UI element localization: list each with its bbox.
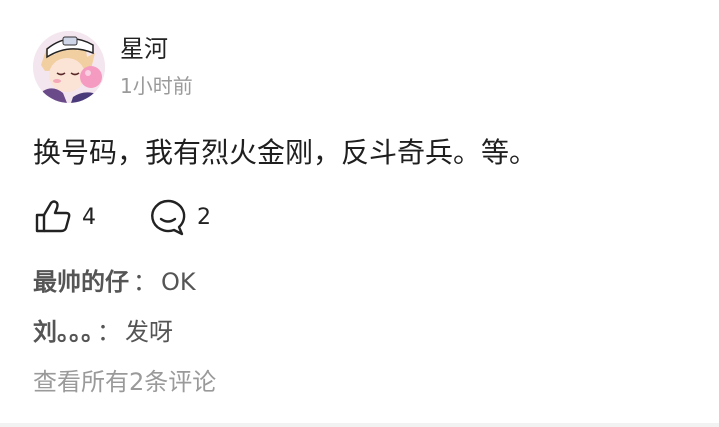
comment-author[interactable]: 刘。。。 [33,318,93,346]
author-name[interactable]: 星河 [120,33,168,65]
comment-separator: ： [133,268,157,296]
comment-separator: ： [97,318,121,346]
post-actions: 4 2 [33,195,333,239]
post-timestamp: 1小时前 [120,74,193,98]
like-count: 4 [82,204,96,230]
comment-item[interactable]: 最帅的仔： OK [33,263,216,301]
avatar[interactable] [33,31,105,103]
view-all-comments-link[interactable]: 查看所有2条评论 [33,363,216,401]
post-content: 换号码，我有烈火金刚，反斗奇兵。等。 [33,136,538,169]
thumbs-up-icon [33,197,73,237]
comment-bubble-icon [148,197,188,237]
like-button[interactable]: 4 [33,195,96,239]
comment-count: 2 [197,204,211,230]
comment-item[interactable]: 刘。。。：发呀 [33,313,216,351]
comment-text: 发呀 [125,318,173,346]
divider [0,423,719,427]
comment-button[interactable]: 2 [148,195,211,239]
comment-text: OK [161,268,196,296]
comment-preview-list: 最帅的仔： OK 刘。。。：发呀 查看所有2条评论 [33,263,216,401]
comment-author[interactable]: 最帅的仔 [33,268,129,296]
post-card: 星河 1小时前 换号码，我有烈火金刚，反斗奇兵。等。 4 2 最帅的仔 ： OK… [0,0,719,427]
avatar-image [33,31,105,103]
